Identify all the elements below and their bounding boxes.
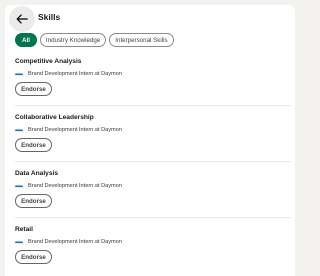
skill-item: Retail Brand Development Intern at Daymo… xyxy=(15,225,291,264)
divider xyxy=(15,161,291,162)
divider xyxy=(15,105,291,106)
skill-name: Data Analysis xyxy=(15,170,59,177)
skill-name: Collaborative Leadership xyxy=(15,114,94,121)
filter-interpersonal-skills[interactable]: Interpersonal Skills xyxy=(109,33,174,47)
skill-filter-bar: All Industry Knowledge Interpersonal Ski… xyxy=(15,33,174,47)
daymon-logo-icon xyxy=(15,73,23,75)
skill-item: Data Analysis Brand Development Intern a… xyxy=(15,169,291,208)
arrow-left-icon xyxy=(16,14,28,24)
daymon-logo-icon xyxy=(15,241,23,243)
filter-all[interactable]: All xyxy=(15,33,37,47)
skill-name: Competitive Analysis xyxy=(15,58,82,65)
skills-header: Skills xyxy=(5,5,295,33)
skill-item: Competitive Analysis Brand Development I… xyxy=(15,57,291,96)
skills-card: Skills All Industry Knowledge Interperso… xyxy=(5,5,295,276)
skill-experience: Brand Development Intern at Daymon xyxy=(15,238,291,246)
experience-text: Brand Development Intern at Daymon xyxy=(28,127,122,133)
skill-experience: Brand Development Intern at Daymon xyxy=(15,182,291,190)
endorse-button[interactable]: Endorse xyxy=(15,82,52,96)
endorse-button[interactable]: Endorse xyxy=(15,194,52,208)
back-button[interactable] xyxy=(9,6,35,32)
endorse-button[interactable]: Endorse xyxy=(15,250,52,264)
divider xyxy=(15,217,291,218)
skill-experience: Brand Development Intern at Daymon xyxy=(15,70,291,78)
skill-experience: Brand Development Intern at Daymon xyxy=(15,126,291,134)
skill-item: Collaborative Leadership Brand Developme… xyxy=(15,113,291,152)
endorse-button[interactable]: Endorse xyxy=(15,138,52,152)
daymon-logo-icon xyxy=(15,185,23,187)
filter-industry-knowledge[interactable]: Industry Knowledge xyxy=(39,33,107,47)
daymon-logo-icon xyxy=(15,129,23,131)
page-title: Skills xyxy=(38,12,61,22)
experience-text: Brand Development Intern at Daymon xyxy=(28,183,122,189)
experience-text: Brand Development Intern at Daymon xyxy=(28,239,122,245)
skill-name: Retail xyxy=(15,226,33,233)
experience-text: Brand Development Intern at Daymon xyxy=(28,71,122,77)
